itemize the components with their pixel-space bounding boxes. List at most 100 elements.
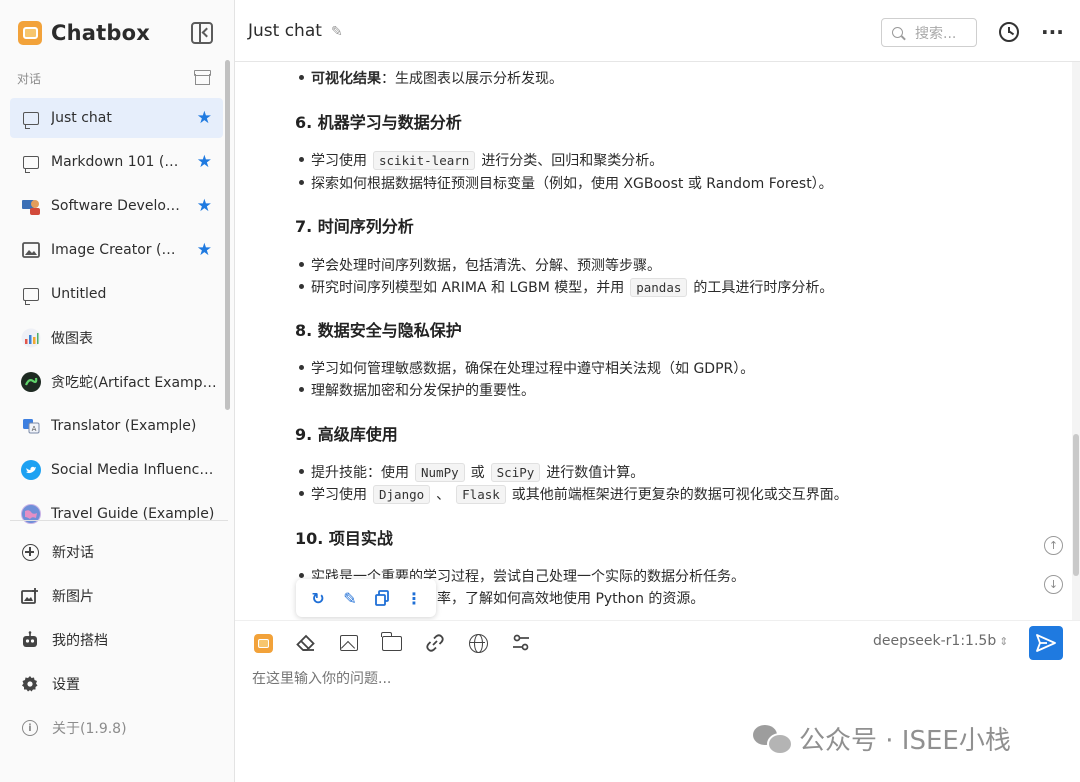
history-icon[interactable] (999, 22, 1019, 42)
image-icon (21, 240, 41, 260)
add-image-icon (21, 587, 39, 605)
search-icon (892, 27, 903, 38)
scroll-up-icon[interactable]: ↑ (1044, 536, 1063, 555)
list-item: 探索如何根据数据特征预测目标变量（例如，使用 XGBoost 或 Random … (299, 173, 833, 193)
input-toolbar (251, 631, 552, 655)
scroll-down-icon[interactable]: ↓ (1044, 575, 1063, 594)
conversation-item-software-developer[interactable]: Software Developer (Example) ★ (10, 186, 223, 226)
plus-circle-icon (21, 543, 39, 561)
inline-code: Flask (456, 485, 506, 504)
options-icon[interactable] (509, 631, 533, 655)
archive-icon[interactable] (194, 70, 211, 85)
robot-icon (21, 631, 39, 649)
message-content: 可视化结果：生成图表以展示分析发现。 6. 机器学习与数据分析 学习使用 scik… (235, 62, 1072, 620)
list-item-partial: 率，了解如何高效地使用 Python 的资源。 (424, 588, 704, 608)
new-image-button[interactable]: 新图片 (10, 574, 223, 618)
sidebar: Chatbox 对话 Just chat ★ Markdown 101 (Exa… (0, 0, 235, 782)
list-item: 学习使用 Django 、 Flask 或其他前端框架进行更复杂的数据可视化或交互界面。 (299, 484, 848, 504)
list-item: 提升技能：使用 NumPy 或 SciPy 进行数值计算。 (298, 462, 644, 482)
my-partners-button[interactable]: 我的搭档 (10, 618, 223, 662)
star-icon[interactable]: ★ (197, 196, 212, 216)
settings-button[interactable]: 设置 (10, 662, 223, 706)
star-icon[interactable]: ★ (197, 108, 212, 128)
conversation-item-travel-guide[interactable]: Travel Guide (Example) (10, 494, 223, 534)
list-item-text: 或 (470, 465, 485, 481)
list-item-text: ：生成图表以展示分析发现。 (381, 71, 563, 87)
copy-icon[interactable] (371, 587, 393, 609)
svg-text:A: A (32, 425, 37, 433)
wechat-icon (753, 723, 793, 755)
inline-code: scikit-learn (373, 151, 476, 170)
about-label: 关于(1.9.8) (52, 721, 127, 737)
collapse-sidebar-icon[interactable] (191, 22, 213, 44)
inline-code: NumPy (415, 463, 465, 482)
section-heading: 7. 时间序列分析 (295, 217, 414, 236)
chevron-updown-icon: ⇕ (999, 635, 1009, 648)
conversation-item-translator[interactable]: A Translator (Example) (10, 406, 223, 446)
watermark-text: 公众号 · ISEE小栈 (799, 725, 1011, 756)
conversation-item-social-media[interactable]: Social Media Influencer (Example) (10, 450, 223, 490)
conversation-label: Markdown 101 (Example) (51, 154, 184, 170)
input-area: deepseek-r1:1.5b ⇕ (235, 620, 1080, 782)
list-item: 理解数据加密和分发保护的重要性。 (299, 380, 535, 400)
conversation-label: Just chat (51, 110, 112, 126)
chat-bubble-icon (21, 284, 41, 305)
list-item-bold: 可视化结果 (311, 71, 381, 87)
about-button[interactable]: i 关于(1.9.8) (10, 706, 223, 750)
conversation-item-make-chart[interactable]: 做图表 (10, 318, 223, 358)
list-item-text: 研究时间序列模型如 ARIMA 和 LGBM 模型，并用 (311, 280, 625, 296)
settings-label: 设置 (52, 677, 80, 693)
chat-bubble-icon (21, 108, 41, 129)
conversation-item-markdown-101[interactable]: Markdown 101 (Example) ★ (10, 142, 223, 182)
section-heading: 6. 机器学习与数据分析 (295, 113, 462, 132)
list-item: 学会处理时间序列数据，包括清洗、分解、预测等步骤。 (299, 255, 661, 275)
inline-code: SciPy (490, 463, 541, 482)
conversation-item-snake[interactable]: 贪吃蛇(Artifact Example) (10, 362, 223, 402)
conversation-item-image-creator[interactable]: Image Creator (Example) ★ (10, 230, 223, 270)
scrollbar-thumb[interactable] (1073, 434, 1079, 576)
globe-avatar-icon (21, 504, 41, 524)
search-box[interactable]: 搜索... (881, 18, 977, 47)
section-heading: 10. 项目实战 (295, 529, 393, 548)
list-item-text: 、 (436, 487, 451, 503)
sidebar-menu: 新对话 新图片 我的搭档 设置 i 关于(1.9.8) (10, 530, 223, 750)
conversation-label: 做图表 (51, 331, 93, 347)
list-item: 学习如何管理敏感数据，确保在处理过程中遵守相关法规（如 GDPR）。 (298, 358, 754, 378)
conversation-label: Untitled (51, 286, 107, 302)
folder-icon[interactable] (380, 631, 404, 655)
conversation-item-just-chat[interactable]: Just chat ★ (10, 98, 223, 138)
star-icon[interactable]: ★ (197, 152, 212, 172)
model-selector[interactable]: deepseek-r1:1.5b ⇕ (873, 633, 1008, 649)
edit-icon[interactable]: ✎ (339, 587, 361, 609)
sidebar-divider (10, 520, 228, 521)
chatbox-logo-icon[interactable] (251, 631, 275, 655)
list-item-text: 的工具进行时序分析。 (693, 280, 834, 296)
chat-input[interactable] (252, 671, 852, 687)
eraser-icon[interactable] (294, 631, 318, 655)
edit-title-icon[interactable]: ✎ (331, 24, 343, 40)
send-icon (1036, 634, 1056, 652)
chat-bubble-icon (21, 152, 41, 173)
message-scrollbar[interactable] (1072, 62, 1080, 620)
image-icon[interactable] (337, 631, 361, 655)
chat-header: Just chat ✎ 搜索... ··· (235, 0, 1080, 62)
star-icon[interactable]: ★ (197, 240, 212, 260)
list-item: 研究时间序列模型如 ARIMA 和 LGBM 模型，并用 pandas 的工具进行时… (298, 277, 834, 297)
link-icon[interactable] (423, 631, 447, 655)
globe-icon[interactable] (466, 631, 490, 655)
app-title: Chatbox (51, 21, 150, 45)
more-vertical-icon[interactable]: ⋮ (403, 587, 425, 609)
chat-title: Just chat (248, 21, 322, 41)
list-item-text: 进行分类、回归和聚类分析。 (481, 153, 664, 169)
chatbox-logo-icon (18, 21, 42, 45)
conversation-label: Social Media Influencer (Example) (51, 462, 217, 478)
watermark: 公众号 · ISEE小栈 (753, 720, 1011, 756)
regenerate-icon[interactable]: ↻ (307, 587, 329, 609)
send-button[interactable] (1029, 626, 1063, 660)
list-item-text: 或其他前端框架进行更复杂的数据可视化或交互界面。 (511, 487, 848, 503)
new-chat-button[interactable]: 新对话 (10, 530, 223, 574)
brand: Chatbox (18, 18, 150, 48)
more-options-icon[interactable]: ··· (1041, 20, 1064, 44)
conversation-item-untitled[interactable]: Untitled (10, 274, 223, 314)
sidebar-scrollbar[interactable] (225, 60, 230, 410)
